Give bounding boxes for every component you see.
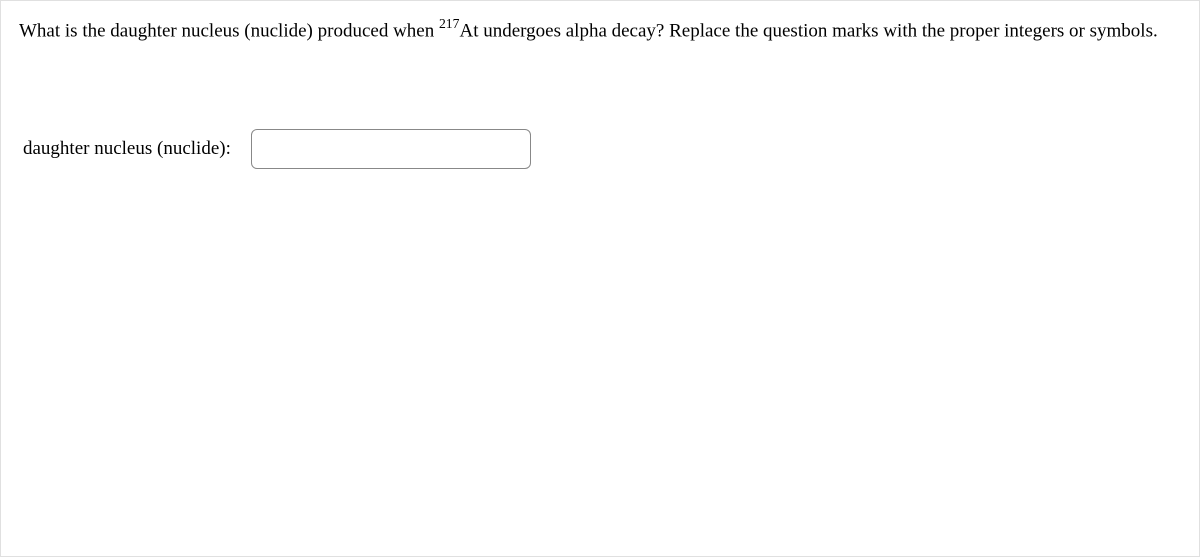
question-text: What is the daughter nucleus (nuclide) p… (19, 13, 1181, 49)
answer-row: daughter nucleus (nuclide): (23, 129, 1181, 169)
question-text-before: What is the daughter nucleus (nuclide) p… (19, 20, 439, 41)
mass-number-superscript: 217 (439, 16, 460, 31)
question-container: What is the daughter nucleus (nuclide) p… (0, 0, 1200, 557)
daughter-nucleus-input[interactable] (251, 129, 531, 169)
question-text-after: At undergoes alpha decay? Replace the qu… (459, 20, 1157, 41)
answer-label: daughter nucleus (nuclide): (23, 138, 231, 160)
